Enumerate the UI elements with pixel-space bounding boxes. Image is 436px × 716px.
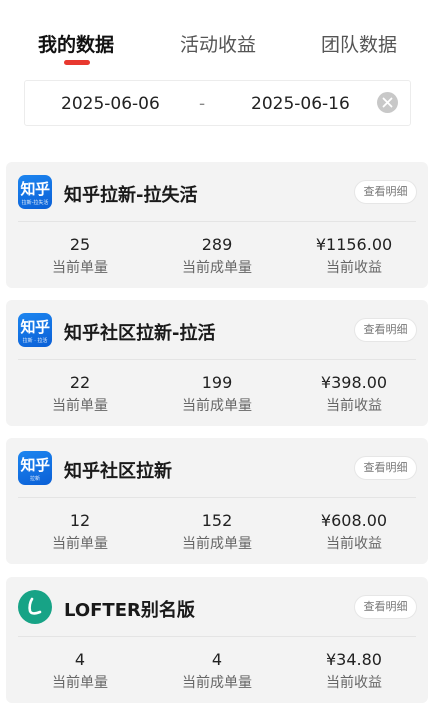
tab-bar: 我的数据 活动收益 团队数据 [0,0,436,72]
earnings-label: 当前收益 [326,260,382,276]
project-title: 知乎拉新-拉失活 [64,185,198,206]
completed-value: 289 [201,235,233,254]
view-details-button[interactable]: 查看明细 [354,180,417,204]
stat-earnings: ¥398.00 当前收益 [294,372,414,415]
completed-value: 199 [201,373,233,392]
divider [18,497,416,498]
earnings-label: 当前收益 [326,536,382,552]
earnings-value: ¥608.00 [320,511,388,530]
stat-orders: 12 当前单量 [20,510,140,553]
date-range-picker[interactable]: 2025-06-06 - 2025-06-16 [24,80,411,126]
zhihu-logo-icon: 知乎 拉新-拉失活 [18,175,52,209]
zhihu-logo-icon: 知乎 拉新 [18,451,52,485]
tab-team-data[interactable]: 团队数据 [321,30,397,57]
project-card: 知乎 拉新 知乎社区拉新 查看明细 12 当前单量 152 当前成单量 ¥608… [6,438,428,564]
orders-value: 4 [74,650,86,669]
zhihu-logo-icon: 知乎 拉新 · 拉活 [18,313,52,347]
completed-value: 4 [211,650,223,669]
close-icon [382,97,393,108]
stat-orders: 22 当前单量 [20,372,140,415]
project-card: 知乎 拉新 · 拉活 知乎社区拉新-拉活 查看明细 22 当前单量 199 当前… [6,300,428,426]
divider [18,359,416,360]
completed-value: 152 [201,511,233,530]
completed-label: 当前成单量 [182,675,252,691]
view-details-button[interactable]: 查看明细 [354,595,417,619]
orders-label: 当前单量 [52,260,108,276]
stat-completed: 152 当前成单量 [157,510,277,553]
earnings-value: ¥398.00 [320,373,388,392]
stat-earnings: ¥608.00 当前收益 [294,510,414,553]
tab-activity-earnings[interactable]: 活动收益 [180,30,256,57]
completed-label: 当前成单量 [182,260,252,276]
divider [18,636,416,637]
stat-completed: 4 当前成单量 [157,649,277,692]
project-title: LOFTER别名版 [64,600,195,621]
stat-completed: 289 当前成单量 [157,234,277,277]
orders-value: 12 [69,511,91,530]
view-details-button[interactable]: 查看明细 [354,456,417,480]
orders-value: 25 [69,235,91,254]
project-title: 知乎社区拉新 [64,461,172,482]
stat-earnings: ¥1156.00 当前收益 [294,234,414,277]
stat-orders: 25 当前单量 [20,234,140,277]
divider [18,221,416,222]
orders-value: 22 [69,373,91,392]
end-date[interactable]: 2025-06-16 [251,94,350,114]
start-date[interactable]: 2025-06-06 [61,94,160,114]
stat-orders: 4 当前单量 [20,649,140,692]
view-details-button[interactable]: 查看明细 [354,318,417,342]
stat-earnings: ¥34.80 当前收益 [294,649,414,692]
lofter-logo-icon [18,590,52,624]
project-card: LOFTER别名版 查看明细 4 当前单量 4 当前成单量 ¥34.80 当前收… [6,577,428,703]
orders-label: 当前单量 [52,675,108,691]
earnings-label: 当前收益 [326,398,382,414]
active-tab-indicator [64,60,90,65]
earnings-value: ¥34.80 [326,650,382,669]
completed-label: 当前成单量 [182,398,252,414]
completed-label: 当前成单量 [182,536,252,552]
orders-label: 当前单量 [52,398,108,414]
project-card: 知乎 拉新-拉失活 知乎拉新-拉失活 查看明细 25 当前单量 289 当前成单… [6,162,428,288]
earnings-value: ¥1156.00 [315,235,393,254]
orders-label: 当前单量 [52,536,108,552]
clear-date-button[interactable] [377,92,398,113]
project-title: 知乎社区拉新-拉活 [64,323,216,344]
tab-my-data[interactable]: 我的数据 [38,30,114,57]
earnings-label: 当前收益 [326,675,382,691]
stat-completed: 199 当前成单量 [157,372,277,415]
date-separator: - [199,94,206,114]
